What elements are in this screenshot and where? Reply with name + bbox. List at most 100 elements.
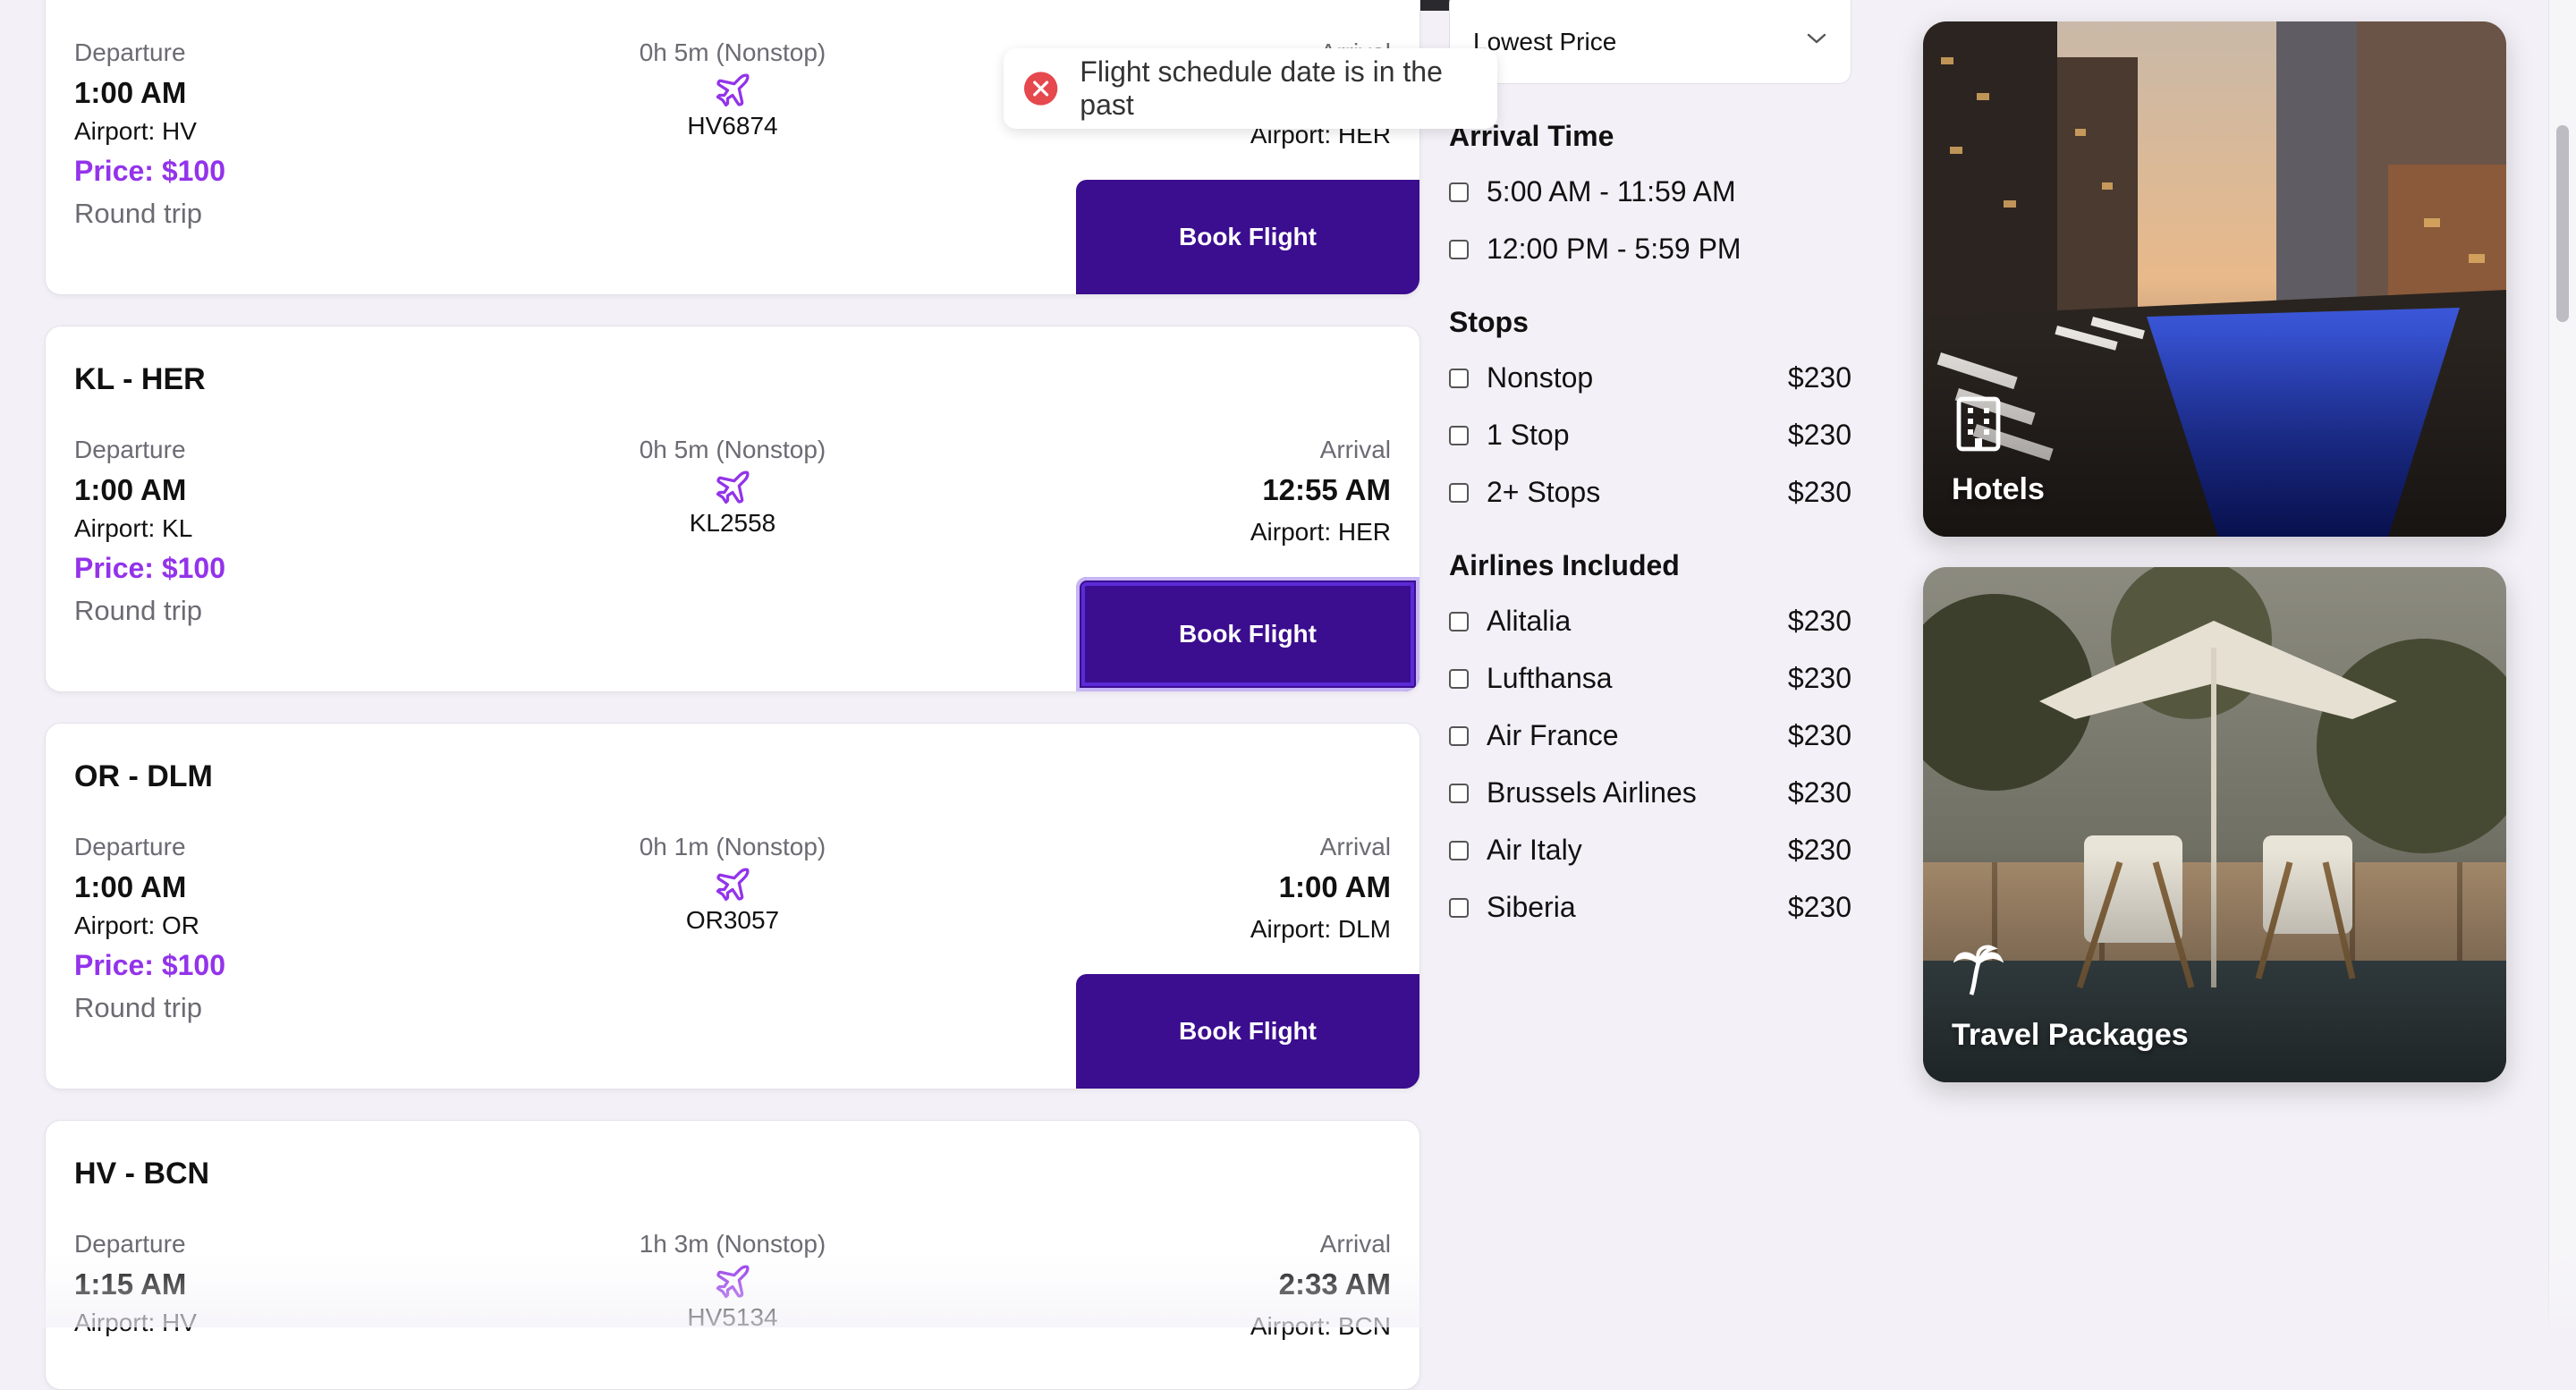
checkbox[interactable]	[1449, 483, 1469, 503]
beach-umbrella-image	[1923, 567, 2506, 1082]
book-flight-button[interactable]: Book Flight	[1076, 577, 1419, 691]
stops-heading: Stops	[1449, 306, 1529, 338]
flight-duration: 0h 5m (Nonstop)	[639, 436, 826, 463]
sort-select[interactable]: Lowest Price	[1449, 0, 1852, 84]
trip-type: Round trip	[74, 595, 203, 626]
checkbox[interactable]	[1449, 669, 1469, 689]
page-scrollbar[interactable]	[2548, 0, 2576, 1327]
checkbox[interactable]	[1449, 841, 1469, 860]
arrival-label: Arrival	[1319, 833, 1391, 860]
arrival-time: 12:55 AM	[1262, 473, 1391, 506]
hotel-pool-image	[1923, 21, 2506, 537]
flight-middle: 0h 5m (Nonstop) KL2558	[46, 436, 1419, 538]
option-price: $230	[1787, 891, 1852, 923]
stops-option[interactable]: 1 Stop $230	[1449, 419, 1852, 454]
hotels-promo-card[interactable]: Hotels	[1923, 21, 2506, 537]
arrival-time-option[interactable]: 5:00 AM - 11:59 AM	[1449, 175, 1852, 211]
arrival-airport: Airport: DLM	[1250, 915, 1391, 943]
checkbox[interactable]	[1449, 426, 1469, 445]
flight-duration: 0h 1m (Nonstop)	[639, 833, 826, 860]
arrival-label: Arrival	[1319, 436, 1391, 463]
chevron-down-icon	[1807, 33, 1826, 44]
airline-option[interactable]: Lufthansa $230	[1449, 662, 1852, 698]
sort-value: Lowest Price	[1473, 28, 1617, 55]
flight-code: OR3057	[685, 906, 780, 934]
flight-card: HV - BCN Departure 1:15 AM Airport: HV 1…	[45, 1120, 1420, 1390]
airplane-icon	[716, 73, 750, 107]
flight-price: Price: $100	[74, 552, 226, 584]
flight-code: HV5134	[687, 1303, 778, 1331]
book-flight-button[interactable]: Book Flight	[1076, 974, 1419, 1089]
error-toast: Flight schedule date is in the past	[1004, 48, 1497, 129]
option-label: 12:00 PM - 5:59 PM	[1487, 233, 1741, 265]
promo-title: Hotels	[1952, 472, 2045, 506]
airplane-icon	[716, 1265, 750, 1299]
flight-route: KL - HER	[74, 362, 206, 396]
option-label: Air France	[1487, 719, 1619, 751]
option-label: Brussels Airlines	[1487, 776, 1697, 809]
flight-price: Price: $100	[74, 949, 226, 981]
checkbox[interactable]	[1449, 726, 1469, 746]
stops-option[interactable]: 2+ Stops $230	[1449, 476, 1852, 512]
airline-option[interactable]: Brussels Airlines $230	[1449, 776, 1852, 812]
trip-type: Round trip	[74, 992, 203, 1023]
checkbox[interactable]	[1449, 898, 1469, 918]
travel-packages-promo-card[interactable]: Travel Packages	[1923, 567, 2506, 1082]
airline-option[interactable]: Air Italy $230	[1449, 834, 1852, 869]
promo-title: Travel Packages	[1952, 1018, 2189, 1052]
arrival-label: Arrival	[1319, 1230, 1391, 1258]
flight-card: KL - HER Departure 1:00 AM Airport: KL P…	[45, 326, 1420, 692]
option-label: Air Italy	[1487, 834, 1582, 866]
arrival-time: 2:33 AM	[1278, 1267, 1391, 1301]
arrival-airport: Airport: BCN	[1250, 1312, 1391, 1340]
option-price: $230	[1787, 834, 1852, 866]
airline-option[interactable]: Siberia $230	[1449, 891, 1852, 927]
airline-option[interactable]: Alitalia $230	[1449, 605, 1852, 640]
stops-option[interactable]: Nonstop $230	[1449, 361, 1852, 397]
option-label: Lufthansa	[1487, 662, 1613, 694]
option-price: $230	[1787, 776, 1852, 809]
option-label: 1 Stop	[1487, 419, 1570, 451]
option-price: $230	[1787, 662, 1852, 694]
trip-type: Round trip	[74, 198, 203, 229]
option-price: $230	[1787, 419, 1852, 451]
arrival-time-option[interactable]: 12:00 PM - 5:59 PM	[1449, 233, 1852, 268]
checkbox[interactable]	[1449, 612, 1469, 631]
arrival-time: 1:00 AM	[1278, 870, 1391, 903]
airplane-icon	[716, 868, 750, 902]
option-label: Siberia	[1487, 891, 1576, 923]
flight-price: Price: $100	[74, 155, 226, 187]
toast-message: Flight schedule date is in the past	[1080, 55, 1443, 121]
option-price: $230	[1787, 476, 1852, 508]
flight-code: KL2558	[689, 509, 776, 537]
arrival-block: Arrival 12:55 AM Airport: HER	[1250, 436, 1391, 547]
flight-duration: 1h 3m (Nonstop)	[639, 1230, 826, 1258]
airplane-icon	[716, 470, 750, 504]
palm-tree-icon	[1953, 945, 2004, 996]
option-label: Alitalia	[1487, 605, 1572, 637]
option-label: 5:00 AM - 11:59 AM	[1487, 175, 1736, 208]
checkbox[interactable]	[1449, 182, 1469, 202]
checkbox[interactable]	[1449, 369, 1469, 388]
flight-card: Departure 1:00 AM Airport: HV Price: $10…	[45, 0, 1420, 295]
airline-option[interactable]: Air France $230	[1449, 719, 1852, 755]
flight-middle: 1h 3m (Nonstop) HV5134	[46, 1230, 1419, 1332]
flight-route: OR - DLM	[74, 759, 213, 793]
flight-route: HV - BCN	[74, 1157, 210, 1191]
option-price: $230	[1787, 361, 1852, 394]
arrival-airport: Airport: HER	[1250, 518, 1391, 546]
flight-middle: 0h 1m (Nonstop) OR3057	[46, 833, 1419, 935]
book-flight-button[interactable]: Book Flight	[1076, 180, 1419, 294]
scrollbar-thumb[interactable]	[2556, 125, 2569, 322]
option-price: $230	[1787, 719, 1852, 751]
arrival-block: Arrival 1:00 AM Airport: DLM	[1250, 833, 1391, 944]
flight-card: OR - DLM Departure 1:00 AM Airport: OR P…	[45, 723, 1420, 1089]
arrival-block: Arrival 2:33 AM Airport: BCN	[1250, 1230, 1391, 1341]
option-price: $230	[1787, 605, 1852, 637]
checkbox[interactable]	[1449, 784, 1469, 803]
checkbox[interactable]	[1449, 240, 1469, 259]
option-label: Nonstop	[1487, 361, 1594, 394]
option-label: 2+ Stops	[1487, 476, 1601, 508]
hotel-building-icon	[1956, 396, 2001, 452]
airlines-heading: Airlines Included	[1449, 549, 1680, 581]
